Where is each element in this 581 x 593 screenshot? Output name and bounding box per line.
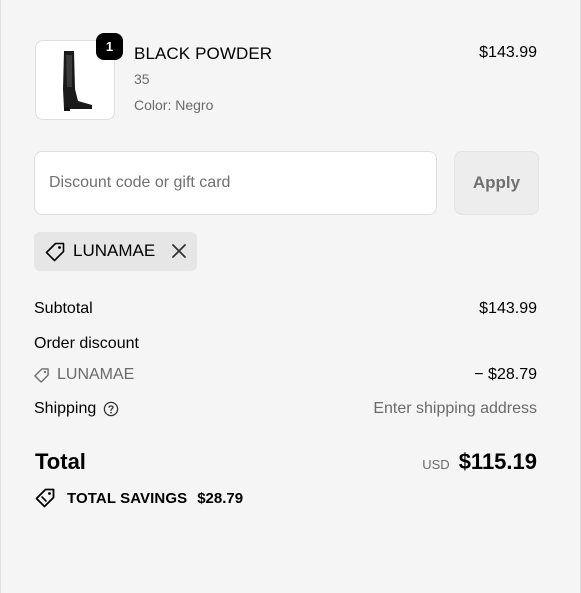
tag-icon bbox=[45, 242, 65, 262]
applied-discount-code: LUNAMAE bbox=[73, 241, 156, 260]
shipping-line: Shipping bbox=[34, 400, 119, 418]
total-label: Total bbox=[35, 449, 86, 474]
savings-tag-icon bbox=[35, 488, 55, 508]
close-icon[interactable] bbox=[170, 242, 188, 260]
boot-image bbox=[63, 51, 92, 111]
product-size: 35 bbox=[134, 71, 150, 87]
savings-value: $28.79 bbox=[197, 489, 244, 507]
currency-code: USD bbox=[422, 457, 450, 472]
discount-value: − $28.79 bbox=[474, 366, 537, 383]
product-color: Color: Negro bbox=[134, 97, 214, 113]
applied-discount-chip: LUNAMAE bbox=[34, 232, 197, 271]
apply-button[interactable]: Apply bbox=[454, 151, 539, 215]
total-amount: USD $115.19 bbox=[422, 449, 537, 475]
product-name: BLACK POWDER bbox=[134, 44, 273, 63]
shipping-label: Shipping bbox=[34, 400, 97, 417]
tag-icon bbox=[34, 367, 49, 383]
quantity-badge: 1 bbox=[96, 33, 123, 60]
subtotal-label: Subtotal bbox=[34, 300, 93, 317]
product-price: $143.99 bbox=[479, 44, 537, 61]
discount-code-input[interactable] bbox=[34, 151, 437, 215]
discount-code-line: LUNAMAE bbox=[33, 366, 134, 384]
total-savings: TOTAL SAVINGS $28.79 bbox=[34, 487, 243, 509]
order-summary-panel: 1 BLACK POWDER 35 Color: Negro $143.99 A… bbox=[0, 0, 581, 593]
total-value: $115.19 bbox=[458, 449, 537, 474]
order-discount-label: Order discount bbox=[34, 335, 139, 352]
discount-code-text: LUNAMAE bbox=[57, 366, 135, 383]
help-icon[interactable] bbox=[103, 401, 119, 417]
savings-label: TOTAL SAVINGS bbox=[67, 489, 188, 507]
subtotal-value: $143.99 bbox=[479, 300, 537, 317]
shipping-value: Enter shipping address bbox=[373, 400, 537, 417]
